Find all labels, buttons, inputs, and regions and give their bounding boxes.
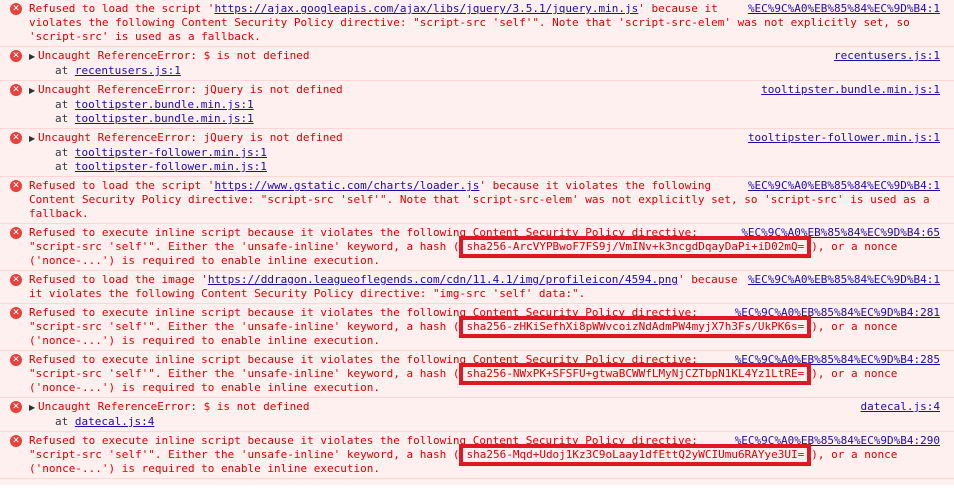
error-circle-icon: ✕ <box>10 227 22 239</box>
highlighted-hash: sha256-zHKiSefhXi8pWWvcoizNdAdmPW4myjX7h… <box>459 316 812 338</box>
blocked-url-link[interactable]: https://ddragon.leagueoflegends.com/cdn/… <box>208 273 678 286</box>
highlighted-hash: sha256-Mqd+Udoj1Kz3C9oLaay1dfEttQ2yWCIUm… <box>459 444 812 466</box>
message-source-link[interactable]: %EC%9C%A0%EB%85%84%EC%9D%B4:1 <box>748 179 940 193</box>
error-circle-icon: ✕ <box>10 307 22 319</box>
stack-at-label: at <box>55 112 75 125</box>
console-error-message: ✕ tooltipster.bundle.min.js:1 ▶ Uncaught … <box>0 80 954 128</box>
error-circle-icon: ✕ <box>10 132 22 144</box>
error-circle-icon: ✕ <box>10 354 22 366</box>
message-text: "script-src 'self'". Either the 'unsafe-… <box>29 448 460 461</box>
message-text: "script-src 'self'". Either the 'unsafe-… <box>29 240 460 253</box>
stack-at-label: at <box>55 415 75 428</box>
console-error-message: ✕ tooltipster-follower.min.js:1 ▶ Uncaugh… <box>0 128 954 176</box>
error-circle-icon: ✕ <box>10 435 22 447</box>
message-text: ' because <box>678 273 738 286</box>
message-text: "script-src 'self'". Either the 'unsafe-… <box>29 320 460 333</box>
message-source-link[interactable]: recentusers.js:1 <box>834 49 940 63</box>
triangle-right-icon[interactable]: ▶ <box>29 50 38 64</box>
message-text: Content Security Policy directive: "scri… <box>29 193 930 206</box>
console-error-message: ✕ %EC%9C%A0%EB%85%84%EC%9D%B4:1 Refused … <box>0 270 954 303</box>
message-source-link[interactable]: %EC%9C%A0%EB%85%84%EC%9D%B4:1 <box>748 273 940 287</box>
console-error-message: ✕ %EC%9C%A0%EB%85%84%EC%9D%B4:65 Refused… <box>0 223 954 270</box>
message-text: ' because it violates the following <box>479 179 712 192</box>
message-text: fallback. <box>29 207 89 220</box>
devtools-console: ✕ %EC%9C%A0%EB%85%84%EC%9D%B4:1 Refused … <box>0 0 954 485</box>
blocked-url-link[interactable]: https://www.gstatic.com/charts/loader.js <box>214 179 479 192</box>
message-text: ), or a nonce <box>811 240 898 253</box>
message-source-link[interactable]: %EC%9C%A0%EB%85%84%EC%9D%B4:1 <box>748 2 940 16</box>
console-error-message: ✕ %EC%9C%A0%EB%85%84%EC%9D%B4:1 Refused … <box>0 176 954 223</box>
console-bottom-edge <box>0 478 954 485</box>
console-error-message: ✕ %EC%9C%A0%EB%85%84%EC%9D%B4:290 Refuse… <box>0 431 954 478</box>
triangle-right-icon[interactable]: ▶ <box>29 401 38 415</box>
console-error-message: ✕ datecal.js:4 ▶ Uncaught ReferenceError:… <box>0 397 954 431</box>
error-circle-icon: ✕ <box>10 401 22 413</box>
error-circle-icon: ✕ <box>10 180 22 192</box>
stack-frame-link[interactable]: tooltipster.bundle.min.js:1 <box>75 98 254 111</box>
message-source-link[interactable]: tooltipster-follower.min.js:1 <box>748 131 940 145</box>
message-text: Refused to load the image ' <box>29 273 208 286</box>
console-error-message: ✕ %EC%9C%A0%EB%85%84%EC%9D%B4:285 Refuse… <box>0 350 954 397</box>
message-text: Uncaught ReferenceError: jQuery is not d… <box>38 83 343 96</box>
message-text: ), or a nonce <box>811 320 898 333</box>
console-error-message: ✕ %EC%9C%A0%EB%85%84%EC%9D%B4:1 Refused … <box>0 0 954 46</box>
stack-frame-link[interactable]: tooltipster-follower.min.js:1 <box>75 160 267 173</box>
error-circle-icon: ✕ <box>10 50 22 62</box>
message-text: ' because it <box>638 2 718 15</box>
message-text: Refused to load the script ' <box>29 179 215 192</box>
message-text: ), or a nonce <box>811 367 898 380</box>
message-text: violates the following Content Security … <box>29 16 910 29</box>
highlighted-hash: sha256-ArcVYPBwoF7FS9j/VmINv+k3ncgdDqayD… <box>459 236 812 258</box>
message-text: Uncaught ReferenceError: jQuery is not d… <box>38 131 343 144</box>
message-text: Uncaught ReferenceError: $ is not define… <box>38 400 310 413</box>
stack-frame-link[interactable]: tooltipster.bundle.min.js:1 <box>75 112 254 125</box>
message-text: it violates the following Content Securi… <box>29 287 586 300</box>
message-text: ), or a nonce <box>811 448 898 461</box>
triangle-right-icon[interactable]: ▶ <box>29 84 38 98</box>
message-text: Uncaught ReferenceError: $ is not define… <box>38 49 310 62</box>
stack-frame-link[interactable]: datecal.js:4 <box>75 415 154 428</box>
stack-frame-link[interactable]: recentusers.js:1 <box>75 64 181 77</box>
error-circle-icon: ✕ <box>10 274 22 286</box>
highlighted-hash: sha256-NWxPK+SFSFU+gtwaBCWWfLMyNjCZTbpN1… <box>459 363 812 385</box>
error-circle-icon: ✕ <box>10 3 22 15</box>
stack-at-label: at <box>55 160 75 173</box>
stack-frame-link[interactable]: tooltipster-follower.min.js:1 <box>75 146 267 159</box>
message-source-link[interactable]: datecal.js:4 <box>861 400 940 414</box>
stack-at-label: at <box>55 146 75 159</box>
error-circle-icon: ✕ <box>10 84 22 96</box>
message-text: Refused to load the script ' <box>29 2 215 15</box>
console-error-message: ✕ recentusers.js:1 ▶ Uncaught ReferenceEr… <box>0 46 954 80</box>
message-text: "script-src 'self'". Either the 'unsafe-… <box>29 367 460 380</box>
message-text: 'script-src' is used as a fallback. <box>29 30 261 43</box>
message-source-link[interactable]: tooltipster.bundle.min.js:1 <box>761 83 940 97</box>
console-error-message: ✕ %EC%9C%A0%EB%85%84%EC%9D%B4:281 Refuse… <box>0 303 954 350</box>
stack-at-label: at <box>55 98 75 111</box>
stack-at-label: at <box>55 64 75 77</box>
triangle-right-icon[interactable]: ▶ <box>29 132 38 146</box>
blocked-url-link[interactable]: https://ajax.googleapis.com/ajax/libs/jq… <box>214 2 638 15</box>
